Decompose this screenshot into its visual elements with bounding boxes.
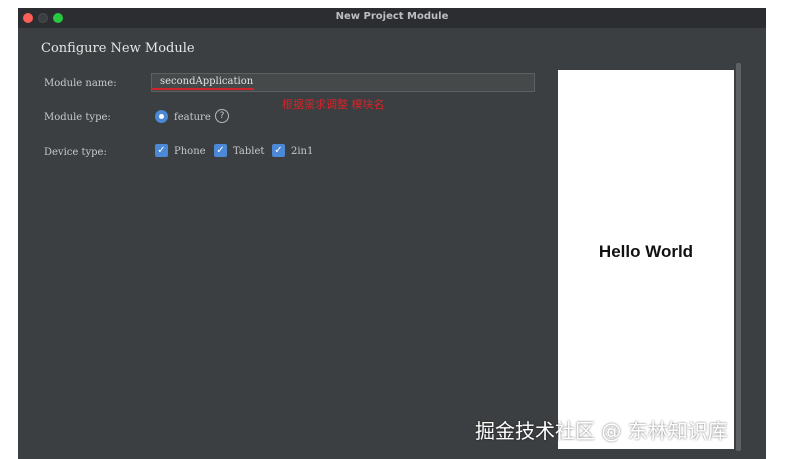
preview-scrollbar[interactable] xyxy=(736,63,741,451)
preview-text: Hello World xyxy=(598,242,694,261)
watermark: 掘金技术社区 @ 东林知识库 xyxy=(475,419,728,443)
page-title: Configure New Module xyxy=(41,41,195,56)
feature-radio-label: feature xyxy=(174,112,211,123)
checkmark-icon: ✓ xyxy=(274,145,283,156)
new-project-module-window: New Project Module Configure New Module … xyxy=(18,8,766,459)
preview-panel: Hello World xyxy=(558,70,734,449)
module-type-label: Module type: xyxy=(44,112,111,123)
help-icon[interactable]: ? xyxy=(215,109,229,123)
phone-checkbox[interactable]: ✓ xyxy=(155,144,168,157)
annotation-text: 根据需求调整 模块名 xyxy=(282,98,385,111)
feature-radio[interactable] xyxy=(155,110,168,123)
tablet-checkbox[interactable]: ✓ xyxy=(214,144,227,157)
2in1-checkbox-label: 2in1 xyxy=(291,146,314,157)
checkmark-icon: ✓ xyxy=(216,145,225,156)
checkmark-icon: ✓ xyxy=(157,145,166,156)
device-type-label: Device type: xyxy=(44,147,107,158)
2in1-checkbox[interactable]: ✓ xyxy=(272,144,285,157)
tablet-checkbox-label: Tablet xyxy=(233,146,265,157)
window-title: New Project Module xyxy=(335,11,449,22)
title-bar: New Project Module xyxy=(18,8,766,28)
annotation-underline xyxy=(151,88,254,90)
phone-checkbox-label: Phone xyxy=(174,146,206,157)
module-name-label: Module name: xyxy=(44,78,117,89)
